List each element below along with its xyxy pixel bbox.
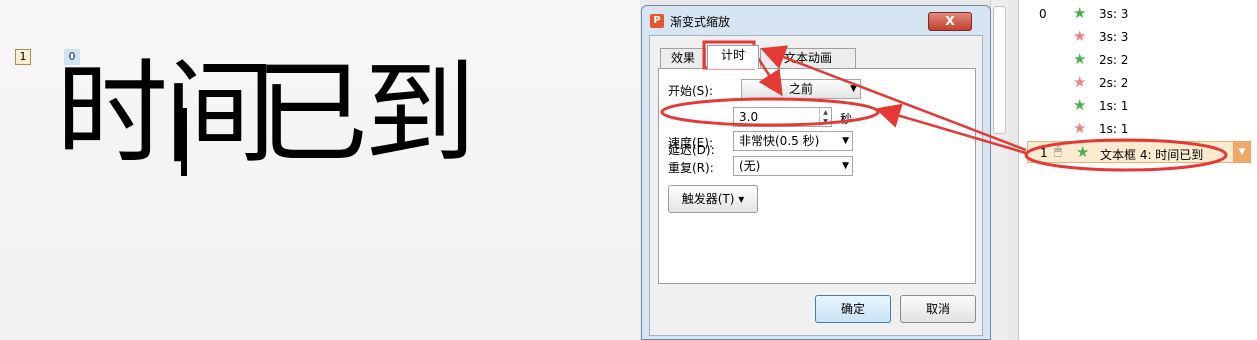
mouse-click-icon: 🖱 [1054,144,1062,159]
screen: 1 0 时间 已到 0 ★ 3s: 3 ★ 3s: 3 ★ 2s: 2 ★ 2s… [0,0,1257,340]
tab-effect[interactable]: 效果 [660,48,706,69]
exit-star-icon: ★ [1073,73,1087,91]
slide-canvas[interactable]: 1 0 时间 已到 [0,0,640,340]
animation-list-item-selected[interactable]: 1 🖱 ★ 文本框 4: 时间已到 ▼ [1027,141,1251,163]
chevron-down-icon: ▾ [738,192,745,206]
exit-star-icon: ★ [1073,27,1087,45]
item-label: 2s: 2 [1099,76,1129,90]
chevron-down-icon: ▼ [850,84,857,94]
item-label: 3s: 3 [1099,7,1129,21]
exit-star-icon: ★ [1073,119,1087,137]
animation-list-item[interactable]: ★ 2s: 2 [1019,72,1257,94]
entrance-star-icon: ★ [1073,4,1087,22]
chevron-down-icon: ▼ [842,161,849,171]
scrollbar-thumb[interactable] [993,6,1006,134]
repeat-value: (无) [739,159,761,173]
item-dropdown-arrow-icon[interactable]: ▼ [1233,141,1251,163]
speed-select[interactable]: 非常快(0.5 秒) ▼ [733,131,853,151]
tab-text-animation[interactable]: 文本动画 [760,48,856,69]
app-icon: P [650,14,664,28]
delay-spinner[interactable]: 3.0 ▲ ▼ [733,107,832,127]
item-index: 1 [1040,146,1048,160]
item-label: 文本框 4: 时间已到 [1100,148,1204,162]
item-index: 0 [1039,7,1047,21]
speed-label: 速度(E): [668,136,713,150]
animation-list-item[interactable]: ★ 1s: 1 [1019,118,1257,140]
start-label: 开始(S): [668,84,714,98]
speed-value: 非常快(0.5 秒) [739,134,820,148]
entrance-star-icon: ★ [1073,50,1087,68]
slide-text-part-b[interactable]: 已到 [256,58,476,170]
animation-pane: 0 ★ 3s: 3 ★ 3s: 3 ★ 2s: 2 ★ 2s: 2 ★ 1s: … [1018,0,1257,340]
spin-arrows-icon[interactable]: ▲ ▼ [819,108,831,126]
item-label: 1s: 1 [1099,122,1129,136]
animation-list-item[interactable]: 0 ★ 3s: 3 [1019,3,1257,25]
start-select[interactable]: 之前 ▼ [741,79,861,99]
trigger-button[interactable]: 触发器(T) ▾ [668,185,758,213]
trigger-label: 触发器(T) [681,192,735,206]
text-cursor-mark [181,108,187,176]
chevron-down-icon: ▼ [842,136,849,146]
animation-list-item[interactable]: ★ 3s: 3 [1019,26,1257,48]
entrance-star-icon: ★ [1073,96,1087,114]
cancel-button[interactable]: 取消 [900,295,976,323]
dialog-title: 渐变式缩放 [670,15,731,29]
zoom-effect-dialog: P 渐变式缩放 X 效果 计时 文本动画 开始(S): 之前 ▼ 延迟(D): … [641,5,991,340]
dialog-body: 效果 计时 文本动画 开始(S): 之前 ▼ 延迟(D): 3.0 ▲ ▼ 秒 速… [649,35,983,336]
delay-value: 3.0 [739,110,759,124]
item-label: 2s: 2 [1099,53,1129,67]
start-value: 之前 [788,82,813,96]
ok-button[interactable]: 确定 [815,295,891,323]
timing-panel: 开始(S): 之前 ▼ 延迟(D): 3.0 ▲ ▼ 秒 速度(E): 非常快(0… [658,68,976,284]
animation-list-item[interactable]: ★ 1s: 1 [1019,95,1257,117]
vertical-scrollbar[interactable] [990,0,1008,340]
delay-unit: 秒 [840,112,853,126]
item-label: 3s: 3 [1099,30,1129,44]
slide-text-part-a[interactable]: 时间 [56,58,276,170]
repeat-select[interactable]: (无) ▼ [733,156,853,176]
dialog-titlebar[interactable]: P 渐变式缩放 X [650,11,980,33]
repeat-label: 重复(R): [668,161,714,175]
tab-timing[interactable]: 计时 [707,45,759,69]
animation-list-item[interactable]: ★ 2s: 2 [1019,49,1257,71]
entrance-star-icon: ★ [1076,143,1090,161]
close-button[interactable]: X [928,12,972,31]
item-label: 1s: 1 [1099,99,1129,113]
animation-tag-1[interactable]: 1 [15,49,31,65]
